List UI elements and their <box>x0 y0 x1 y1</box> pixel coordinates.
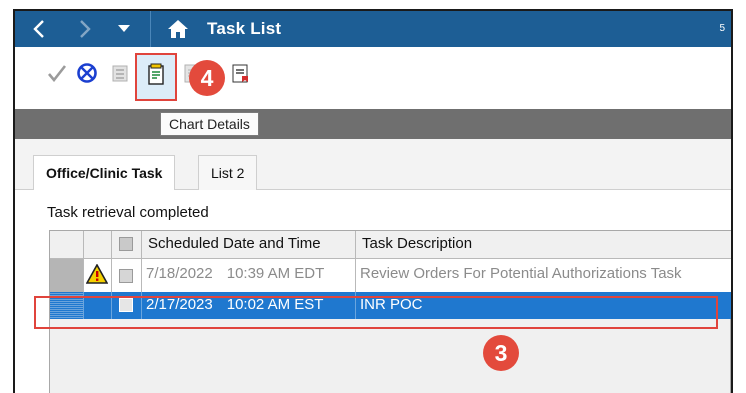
title-bar: Task List 5 <box>15 11 731 47</box>
row-selector[interactable] <box>50 259 84 292</box>
header-checkbox[interactable] <box>119 237 133 251</box>
alert-cell <box>84 259 112 292</box>
chart-details-icon[interactable] <box>144 63 168 87</box>
alert-cell <box>84 292 112 319</box>
status-message: Task retrieval completed <box>47 204 209 221</box>
checkbox-cell[interactable] <box>112 292 142 319</box>
header-row-selector[interactable] <box>50 231 84 258</box>
header-checkbox-column[interactable] <box>112 231 142 258</box>
warning-icon <box>86 264 108 284</box>
row-checkbox[interactable] <box>119 269 133 283</box>
scheduled-date: 7/18/2022 <box>146 265 213 282</box>
checkmark-icon[interactable] <box>45 61 69 85</box>
task-list-content: Task retrieval completed Scheduled Date … <box>15 190 731 393</box>
scheduled-date: 2/17/2023 <box>146 296 213 313</box>
dropdown-icon[interactable] <box>111 11 137 47</box>
tab-list-2[interactable]: List 2 <box>198 155 258 190</box>
home-icon[interactable] <box>162 11 194 47</box>
row-checkbox[interactable] <box>119 298 133 312</box>
title-separator <box>150 11 151 47</box>
title-right-text: 5 <box>719 23 725 34</box>
grid-header: Scheduled Date and Time Task Description <box>50 231 731 259</box>
toolbar-divider-band <box>15 109 731 139</box>
chart-details-tooltip: Chart Details <box>160 112 259 136</box>
flag-document-icon[interactable] <box>229 61 253 85</box>
toolbar: 4 <box>15 47 731 109</box>
back-arrow-icon[interactable] <box>21 11 57 47</box>
scheduled-date-time-cell: 7/18/2022 10:39 AM EDT <box>142 259 356 292</box>
checkbox-cell[interactable] <box>112 259 142 292</box>
print-icon[interactable] <box>109 61 133 85</box>
scheduled-date-time-cell: 2/17/2023 10:02 AM EST <box>142 292 356 319</box>
table-row[interactable]: 7/18/2022 10:39 AM EDT Review Orders For … <box>50 259 731 292</box>
table-row-selected[interactable]: 2/17/2023 10:02 AM EST INR POC <box>50 292 731 319</box>
page-title: Task List <box>207 19 282 38</box>
cancel-circle-icon[interactable] <box>75 61 99 85</box>
header-task-description[interactable]: Task Description <box>356 231 731 258</box>
step-3-callout: 3 <box>483 335 519 371</box>
row-selector[interactable] <box>50 292 84 319</box>
forward-arrow-icon[interactable] <box>67 11 103 47</box>
tab-office-clinic-task[interactable]: Office/Clinic Task <box>33 155 176 191</box>
scheduled-time: 10:39 AM EDT <box>226 265 325 282</box>
task-list-window: Task List 5 4 Chart Details Office/Clini… <box>13 9 733 393</box>
header-scheduled-date-time[interactable]: Scheduled Date and Time <box>142 231 356 258</box>
step-4-callout: 4 <box>189 60 225 96</box>
task-grid: Scheduled Date and Time Task Description… <box>49 230 731 393</box>
scheduled-time: 10:02 AM EST <box>226 296 324 313</box>
header-alert-column[interactable] <box>84 231 112 258</box>
task-description-cell: Review Orders For Potential Authorizatio… <box>360 265 682 282</box>
task-description-cell: INR POC <box>360 296 423 313</box>
